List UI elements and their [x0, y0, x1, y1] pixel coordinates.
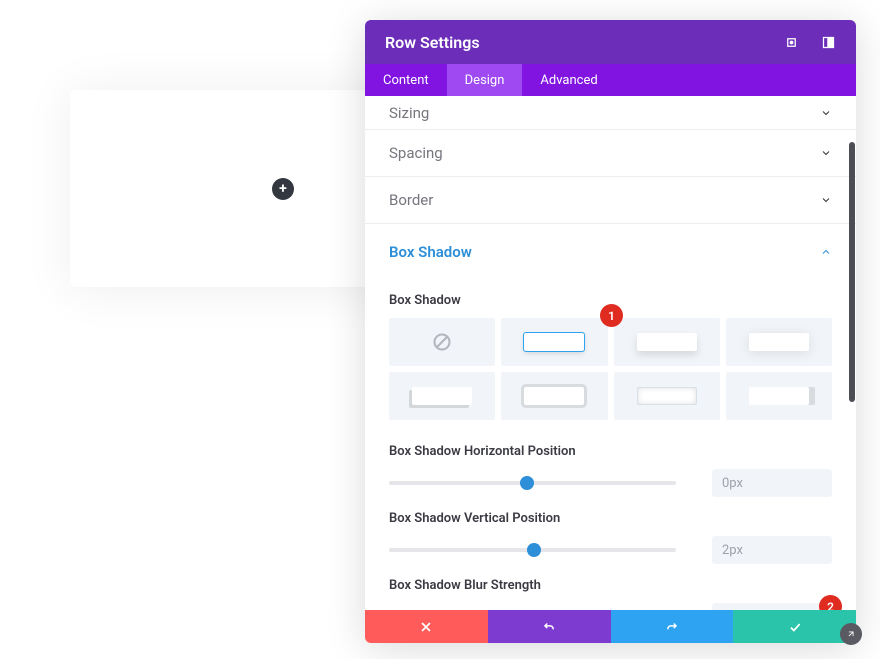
preset-3[interactable] [614, 318, 720, 366]
horizontal-slider[interactable] [389, 481, 676, 485]
tab-design[interactable]: Design [447, 64, 523, 96]
tab-content[interactable]: Content [365, 64, 447, 96]
modal-title: Row Settings [385, 33, 480, 52]
preset-5[interactable] [389, 372, 495, 420]
section-label: Box Shadow [389, 243, 472, 261]
shadow-preset-grid: 1 [389, 318, 832, 420]
section-label: Border [389, 191, 433, 209]
action-bar [365, 610, 856, 643]
resize-handle[interactable] [840, 623, 862, 645]
settings-content: Sizing Spacing Border Box Shadow [365, 96, 856, 610]
chevron-up-icon [820, 246, 832, 258]
tab-bar: Content Design Advanced [365, 64, 856, 96]
annotation-badge-2: 2 [819, 595, 842, 610]
tab-advanced[interactable]: Advanced [522, 64, 615, 96]
preset-none[interactable] [389, 318, 495, 366]
scrollbar[interactable] [849, 142, 855, 402]
annotation-badge-1: 1 [600, 304, 623, 327]
blur-label: Box Shadow Blur Strength [389, 578, 832, 593]
vertical-label: Box Shadow Vertical Position [389, 511, 832, 526]
confirm-button[interactable] [733, 610, 856, 643]
section-box-shadow[interactable]: Box Shadow [365, 224, 856, 279]
row-settings-modal: Row Settings Content Design Advanced Siz… [365, 20, 856, 643]
chevron-down-icon [820, 107, 832, 119]
slider-thumb[interactable] [520, 476, 534, 490]
section-spacing[interactable]: Spacing [365, 130, 856, 177]
expand-icon[interactable] [784, 35, 799, 50]
preset-6[interactable] [501, 372, 607, 420]
horizontal-label: Box Shadow Horizontal Position [389, 444, 832, 459]
snap-icon[interactable] [821, 35, 836, 50]
preset-8[interactable] [726, 372, 832, 420]
modal-header: Row Settings [365, 20, 856, 64]
chevron-down-icon [820, 194, 832, 206]
horizontal-value-input[interactable] [712, 469, 832, 497]
slider-thumb[interactable] [527, 543, 541, 557]
preset-4[interactable] [726, 318, 832, 366]
cancel-button[interactable] [365, 610, 488, 643]
section-border[interactable]: Border [365, 177, 856, 224]
preset-2[interactable] [501, 318, 607, 366]
vertical-value-input[interactable] [712, 536, 832, 564]
section-label: Sizing [389, 104, 429, 122]
add-content-button[interactable]: + [272, 178, 294, 200]
section-sizing[interactable]: Sizing [365, 96, 856, 130]
vertical-slider[interactable] [389, 548, 676, 552]
undo-button[interactable] [488, 610, 611, 643]
redo-button[interactable] [611, 610, 734, 643]
chevron-down-icon [820, 147, 832, 159]
blur-value-input[interactable] [712, 603, 832, 610]
preset-7[interactable] [614, 372, 720, 420]
section-label: Spacing [389, 144, 443, 162]
